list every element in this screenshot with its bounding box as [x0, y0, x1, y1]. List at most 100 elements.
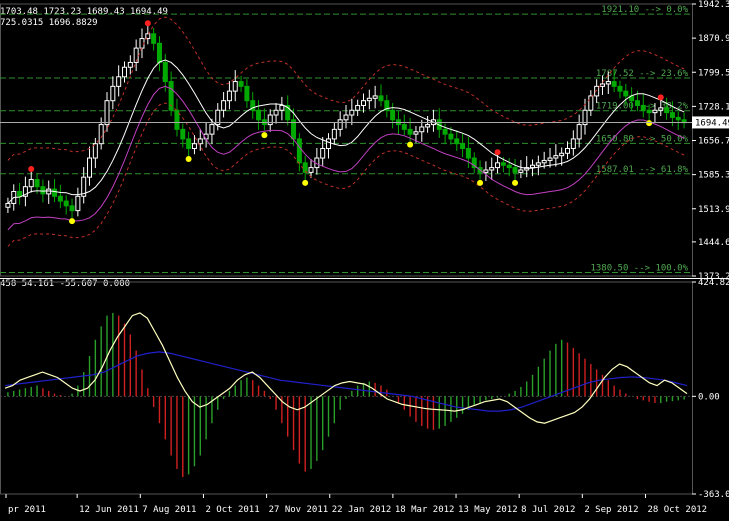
candle-body [634, 100, 640, 106]
candle-body [588, 95, 594, 111]
price-tick-label: 1728.10 [698, 102, 729, 112]
candle-body [87, 157, 93, 178]
candle-body [594, 85, 600, 97]
fractal-up-dot [144, 20, 151, 27]
price-tick-label: 1942.30 [698, 0, 729, 10]
candle-body [127, 61, 133, 68]
candle-body [180, 128, 186, 140]
fractal-down-dot [512, 179, 519, 186]
fractal-down-dot [69, 218, 76, 225]
candle-body [599, 83, 605, 87]
candle-body [500, 162, 506, 166]
candle-body [495, 162, 501, 169]
x-tick-label: 22 Jan 2012 [332, 505, 392, 515]
fractal-down-dot [185, 155, 192, 162]
candle-body [506, 164, 512, 169]
price-tick-label: 1656.70 [698, 137, 729, 147]
candle-body [75, 195, 81, 212]
fractal-down-dot [261, 132, 268, 139]
fib-level-label: 1587.01 --> 61.8% [596, 165, 689, 175]
chart-area[interactable]: 1942.30 1870.90 1799.50 1728.10 1656.70 1585.… [0, 0, 729, 521]
candle-body [104, 100, 110, 126]
candle-body [512, 167, 518, 173]
candle-body [530, 164, 536, 169]
candle-body [535, 162, 541, 166]
candle-body [98, 124, 104, 145]
candle-body [366, 97, 372, 102]
price-tick-label: 1799.50 [698, 68, 729, 78]
candle-body [69, 205, 75, 212]
candle-body [116, 76, 122, 87]
candle-body [121, 66, 127, 78]
candle-body [92, 143, 98, 159]
indicator-tick-label: 0.00 [698, 392, 720, 402]
candle-body [541, 159, 547, 164]
candle-body [407, 128, 413, 135]
candle-body [244, 85, 250, 102]
candle-body [489, 167, 495, 171]
candle-body [605, 81, 611, 85]
candle-body [669, 112, 675, 118]
candle-body [553, 155, 559, 159]
candle-body [413, 131, 419, 135]
x-tick-label: 13 May 2012 [458, 505, 518, 515]
x-tick-label: 18 Mar 2012 [395, 505, 455, 515]
current-price-label: 1694.49 [695, 118, 729, 128]
fractal-up-dot [657, 94, 664, 101]
candle-body [442, 128, 448, 135]
candle-body [465, 147, 471, 159]
candle-body [565, 147, 571, 154]
candle-body [326, 138, 332, 149]
candle-body [547, 157, 553, 161]
candle-body [425, 124, 431, 128]
x-tick-label: 7 Aug 2011 [142, 505, 196, 515]
x-tick-label: 2 Sep 2012 [584, 505, 638, 515]
candle-body [238, 81, 244, 87]
candle-body [110, 85, 116, 102]
candle-body [221, 100, 227, 111]
candle-body [40, 186, 46, 195]
candle-body [5, 202, 11, 208]
candle-body [576, 124, 582, 140]
candle-body [652, 109, 658, 114]
candle-body [209, 124, 215, 135]
candle-body [267, 114, 273, 126]
candle-body [343, 114, 349, 121]
fib-level-label: 1921.10 --> 0.0% [601, 5, 688, 15]
fractal-down-dot [302, 179, 309, 186]
fractal-up-dot [28, 166, 35, 173]
candle-body [156, 42, 162, 63]
candle-body [401, 124, 407, 130]
candle-body [378, 95, 384, 102]
candle-body [34, 179, 40, 188]
price-tick-label: 1585.30 [698, 171, 729, 181]
candle-body [640, 104, 646, 111]
candle-body [360, 100, 366, 106]
candle-body [664, 107, 670, 114]
price-tick-label: 1444.60 [698, 238, 729, 248]
candle-body [162, 61, 168, 83]
fib-level-label: 1380.50 --> 100.0% [590, 264, 688, 274]
candle-body [186, 138, 192, 149]
candle-body [419, 126, 425, 133]
candle-body [518, 169, 524, 173]
candle-body [256, 109, 262, 121]
candle-body [675, 116, 681, 121]
x-tick-label: 28 Oct 2012 [647, 505, 707, 515]
candle-body [279, 104, 285, 111]
candle-body [191, 143, 197, 149]
candle-body [617, 85, 623, 92]
fractal-up-dot [494, 149, 501, 156]
candle-body [483, 169, 489, 173]
candle-body [28, 179, 34, 188]
x-tick-label: 27 Nov 2011 [269, 505, 329, 515]
candle-body [232, 81, 238, 92]
x-tick-label: pr 2011 [8, 505, 46, 515]
candle-body [52, 188, 58, 197]
candle-body [337, 119, 343, 130]
candle-body [320, 147, 326, 159]
candle-body [611, 81, 617, 87]
price-tick-label: 1870.90 [698, 34, 729, 44]
x-tick-label: 2 Oct 2011 [205, 505, 259, 515]
candle-body [658, 107, 664, 111]
